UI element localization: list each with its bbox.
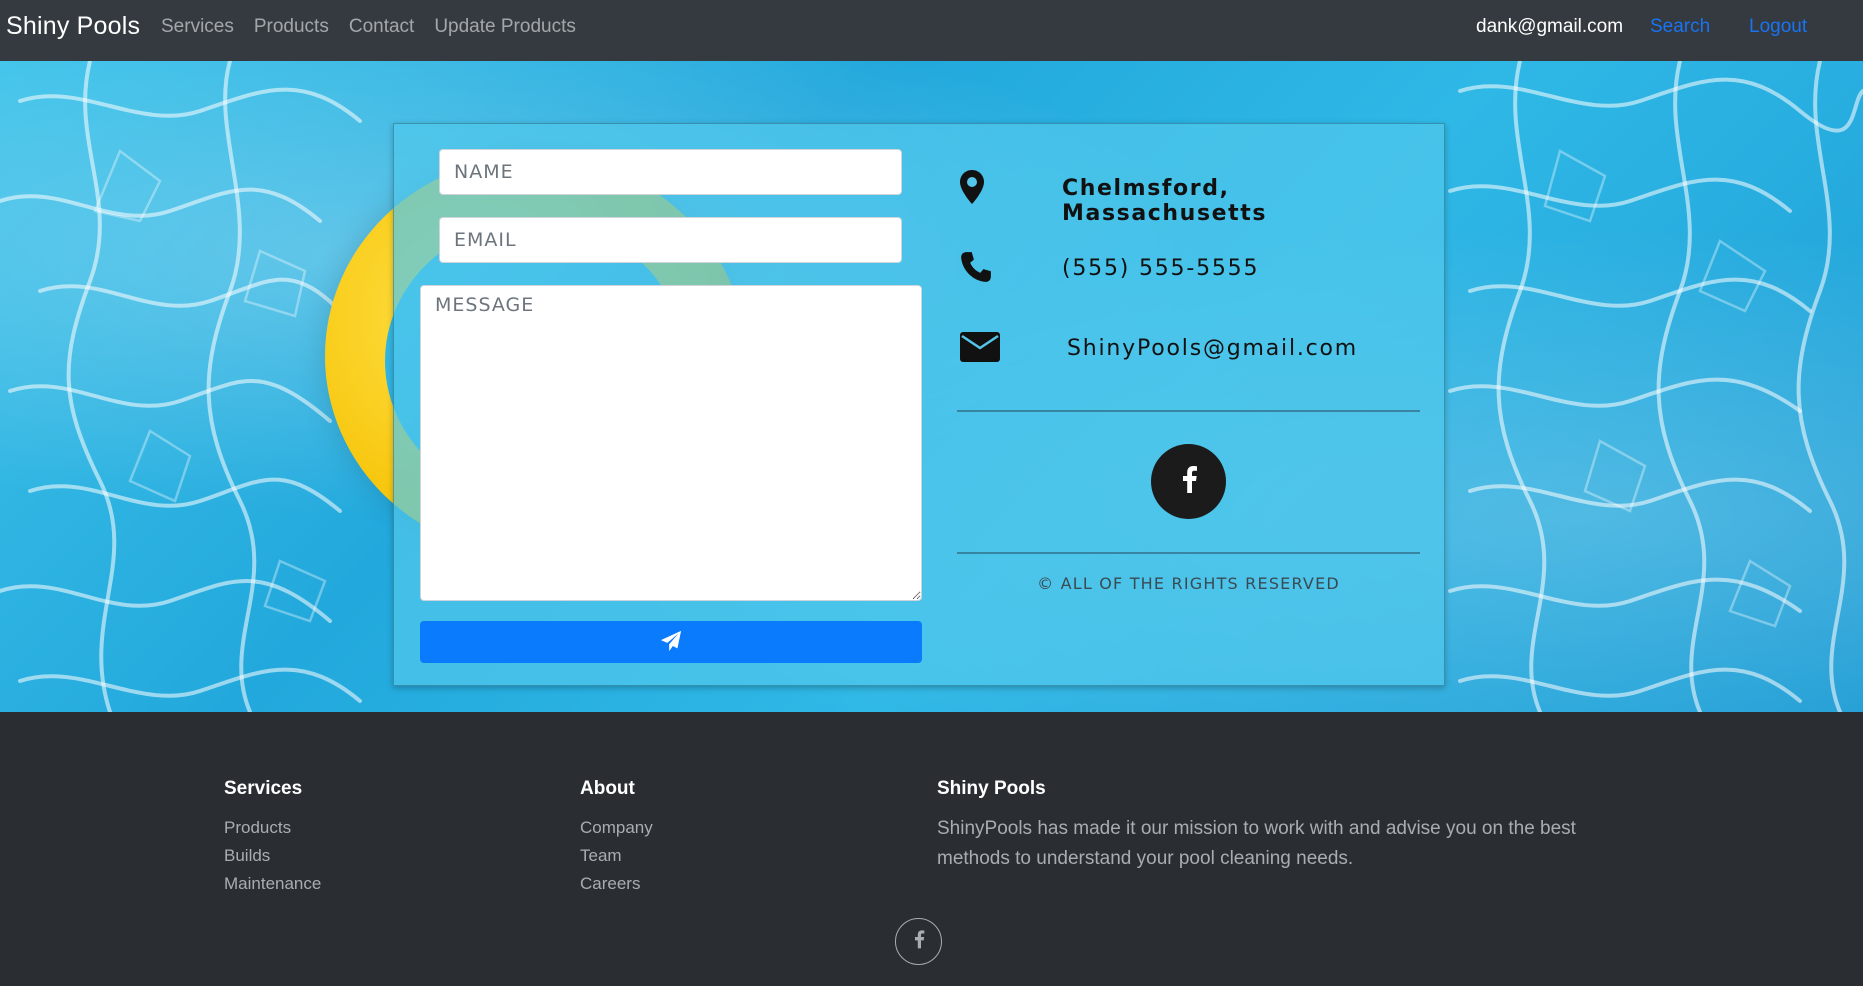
footer-link-company[interactable]: Company: [580, 814, 653, 842]
phone-icon: [959, 244, 1004, 289]
name-field[interactable]: [439, 149, 902, 195]
email-text[interactable]: ShinyPools@gmail.com: [1067, 336, 1358, 361]
nav-link-products[interactable]: Products: [254, 16, 329, 38]
pool-background: Chelmsford, Massachusetts (555) 555-5555…: [0, 61, 1863, 712]
rights-text: © ALL OF THE RIGHTS RESERVED: [1037, 574, 1340, 593]
map-pin-icon: [959, 164, 1004, 209]
user-email: dank@gmail.com: [1476, 16, 1624, 37]
footer-link-team[interactable]: Team: [580, 842, 653, 870]
send-button[interactable]: [420, 621, 922, 663]
location-text: Chelmsford, Massachusetts: [1062, 176, 1268, 226]
footer-about-column: About Company Team Careers: [580, 778, 653, 898]
footer-link-maintenance[interactable]: Maintenance: [224, 870, 321, 898]
phone-text: (555) 555-5555: [1062, 256, 1260, 281]
phone-row: (555) 555-5555: [959, 244, 1409, 294]
contact-card: Chelmsford, Massachusetts (555) 555-5555…: [393, 123, 1445, 686]
footer-services-column: Services Products Builds Maintenance: [224, 778, 321, 898]
paper-plane-icon: [660, 630, 682, 655]
facebook-button[interactable]: [1151, 444, 1226, 519]
footer-link-careers[interactable]: Careers: [580, 870, 653, 898]
divider: [957, 410, 1420, 412]
nav-link-contact[interactable]: Contact: [349, 16, 414, 38]
nav-link-update-products[interactable]: Update Products: [434, 16, 576, 38]
message-field[interactable]: [420, 285, 922, 601]
footer-link-builds[interactable]: Builds: [224, 842, 321, 870]
location-row: Chelmsford, Massachusetts: [959, 164, 1409, 226]
footer-services-heading: Services: [224, 778, 303, 799]
site-footer: Services Products Builds Maintenance Abo…: [0, 712, 1863, 986]
footer-facebook-button[interactable]: [895, 918, 942, 965]
logout-link[interactable]: Logout: [1749, 16, 1807, 38]
email-row: ShinyPools@gmail.com: [959, 324, 1409, 374]
envelope-icon: [959, 324, 1004, 369]
footer-brand-heading: Shiny Pools: [937, 778, 1046, 799]
footer-about-heading: About: [580, 778, 635, 799]
top-navbar: Shiny Pools Services Products Contact Up…: [0, 0, 1863, 61]
search-link[interactable]: Search: [1650, 16, 1710, 38]
footer-brand-column: Shiny Pools ShinyPools has made it our m…: [937, 778, 1637, 874]
email-field[interactable]: [439, 217, 902, 263]
facebook-icon: [913, 929, 925, 954]
footer-brand-description: ShinyPools has made it our mission to wo…: [937, 818, 1576, 869]
nav-link-services[interactable]: Services: [161, 16, 234, 38]
facebook-icon: [1180, 465, 1198, 498]
nav-links: Services Products Contact Update Product…: [161, 16, 576, 38]
footer-link-products[interactable]: Products: [224, 814, 321, 842]
divider: [957, 552, 1420, 554]
brand-logo[interactable]: Shiny Pools: [6, 12, 140, 41]
